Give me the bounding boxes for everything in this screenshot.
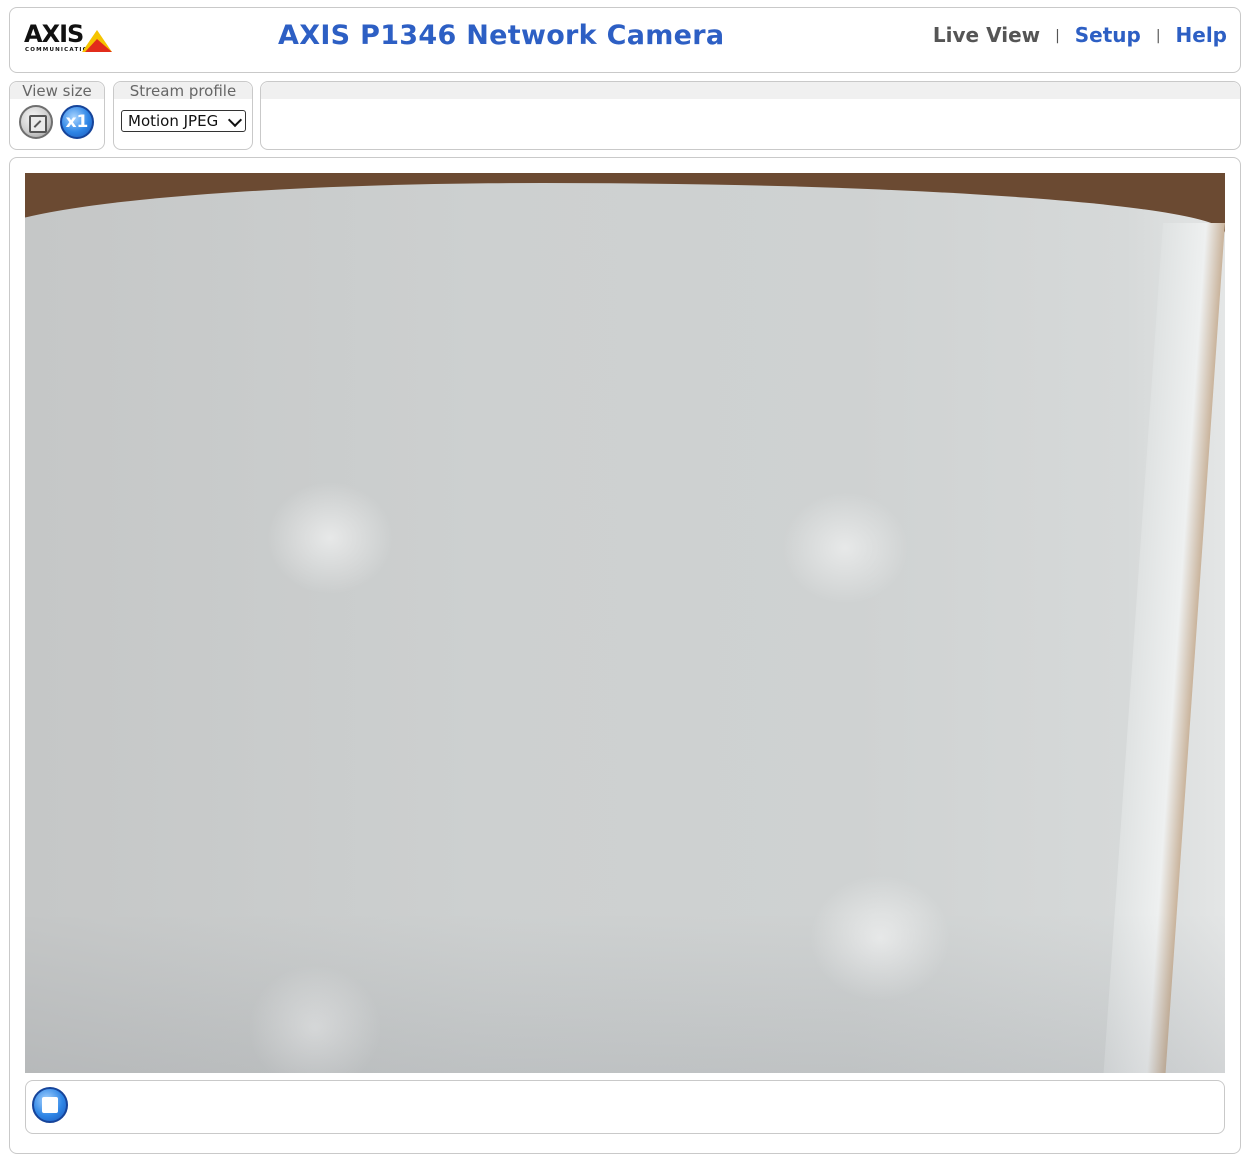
live-view-panel bbox=[9, 157, 1241, 1154]
logo-text: AXIS bbox=[24, 20, 84, 48]
stream-profile-group: Stream profile Motion JPEG bbox=[113, 81, 253, 150]
extra-controls-group bbox=[260, 81, 1241, 150]
video-scene-shading bbox=[25, 913, 1225, 1073]
nav-separator: | bbox=[1155, 28, 1161, 44]
page-title: AXIS P1346 Network Camera bbox=[278, 20, 725, 51]
fit-to-window-icon bbox=[29, 115, 47, 133]
stream-profile-select[interactable]: Motion JPEG bbox=[121, 110, 246, 132]
view-size-group: View size x1 bbox=[9, 81, 105, 150]
x1-icon: x1 bbox=[65, 112, 89, 132]
axis-logo: AXIS COMMUNICATIONS bbox=[24, 20, 119, 56]
stream-profile-label: Stream profile bbox=[114, 82, 252, 100]
stop-icon bbox=[42, 1097, 58, 1113]
logo-triangle-icon bbox=[82, 30, 112, 52]
stop-button[interactable] bbox=[32, 1087, 68, 1123]
chevron-down-icon bbox=[227, 112, 243, 128]
nav-help-link[interactable]: Help bbox=[1176, 23, 1227, 47]
video-controls-bar bbox=[25, 1080, 1225, 1134]
fit-to-window-button[interactable] bbox=[19, 105, 53, 139]
actual-size-button[interactable]: x1 bbox=[60, 105, 94, 139]
header-bar: AXIS COMMUNICATIONS AXIS P1346 Network C… bbox=[9, 7, 1241, 73]
extra-controls-header bbox=[261, 82, 1240, 99]
nav-setup-link[interactable]: Setup bbox=[1075, 23, 1141, 47]
top-nav: Live View | Setup | Help bbox=[933, 23, 1227, 47]
nav-live-view[interactable]: Live View bbox=[933, 23, 1040, 47]
stream-profile-value: Motion JPEG bbox=[128, 112, 219, 130]
live-video-stream[interactable] bbox=[25, 173, 1225, 1073]
view-size-label: View size bbox=[10, 82, 104, 100]
nav-separator: | bbox=[1055, 28, 1060, 44]
